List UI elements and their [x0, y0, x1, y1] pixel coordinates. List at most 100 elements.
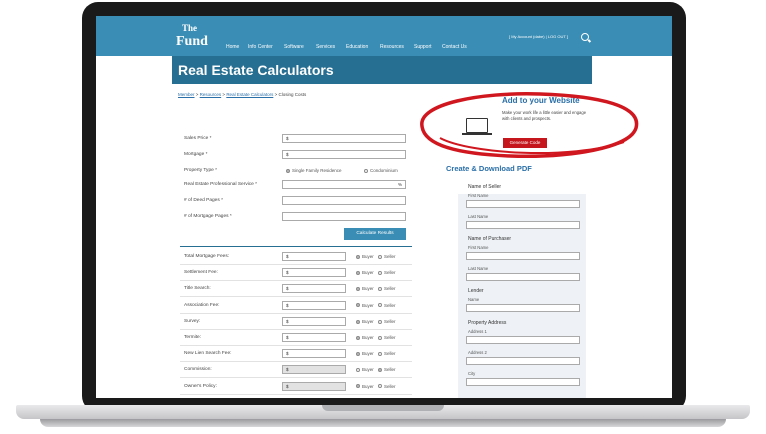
- breadcrumb-calculators[interactable]: Real Estate Calculators: [226, 92, 273, 97]
- radio-selected-icon: [286, 168, 290, 173]
- payer-radio-buyer[interactable]: Buyer: [356, 335, 374, 340]
- fee-input[interactable]: $: [282, 349, 346, 359]
- fee-input[interactable]: $: [282, 252, 346, 261]
- payer-radio-seller[interactable]: Seller: [378, 319, 396, 324]
- mortgage-input[interactable]: $: [282, 150, 406, 159]
- nav-home[interactable]: Home: [226, 44, 239, 50]
- row-divider: [180, 345, 412, 346]
- currency-prefix: $: [286, 136, 289, 141]
- radio-empty-icon: [378, 352, 382, 356]
- account-link[interactable]: [ My Account (dabe) | LOG OUT ]: [509, 34, 568, 39]
- radio-empty-icon: [378, 319, 382, 324]
- seller-first-input[interactable]: [466, 200, 580, 208]
- payer-radio-buyer[interactable]: Buyer: [356, 351, 374, 356]
- fee-input[interactable]: $: [282, 268, 346, 278]
- purchaser-last-label: Last Name: [468, 266, 489, 271]
- fee-input[interactable]: $: [282, 300, 346, 310]
- radio-selected-icon: [356, 254, 360, 259]
- payer-radio-seller[interactable]: Seller: [378, 303, 396, 308]
- logo-fund: Fund: [176, 34, 208, 49]
- fee-input[interactable]: $: [282, 333, 346, 342]
- purchaser-heading: Name of Purchaser: [468, 236, 512, 242]
- radio-label: Buyer: [362, 367, 374, 373]
- fee-label: Total Mortgage Fees:: [184, 254, 230, 259]
- row-divider: [180, 328, 412, 330]
- radio-label: Seller: [384, 383, 396, 389]
- row-divider: [180, 393, 412, 395]
- breadcrumb-member[interactable]: Member: [178, 92, 195, 97]
- fee-input[interactable]: $: [282, 316, 346, 326]
- purchaser-first-input[interactable]: [466, 252, 580, 260]
- mortgage-pages-label: # of Mortgage Pages *: [184, 214, 232, 219]
- sales-price-label: Sales Price *: [184, 136, 212, 141]
- payer-radio-buyer[interactable]: Buyer: [356, 319, 374, 324]
- sales-price-input[interactable]: $: [282, 134, 406, 143]
- payer-radio-buyer[interactable]: Buyer: [356, 384, 374, 389]
- payer-radio-buyer[interactable]: Buyer: [356, 254, 374, 259]
- address2-input[interactable]: [466, 357, 580, 365]
- property-type-label: Property Type *: [184, 168, 217, 173]
- payer-radio-buyer[interactable]: Buyer: [356, 270, 374, 275]
- row-divider: [180, 296, 412, 297]
- radio-selected-icon: [356, 384, 360, 389]
- payer-radio-seller[interactable]: Seller: [378, 384, 396, 389]
- radio-label: Seller: [384, 254, 396, 259]
- radio-label: Seller: [384, 302, 396, 308]
- nav-support[interactable]: Support: [414, 44, 432, 50]
- radio-label: Buyer: [362, 270, 374, 276]
- radio-single-family[interactable]: Single Family Residence: [286, 168, 342, 173]
- city-label: City: [468, 371, 476, 376]
- fee-label: New Lien Search Fee:: [184, 351, 232, 357]
- address1-input[interactable]: [466, 336, 580, 344]
- deed-pages-input[interactable]: [282, 196, 406, 205]
- fee-input[interactable]: $: [282, 381, 346, 391]
- nav-info-center[interactable]: Info Center: [248, 44, 273, 50]
- nav-contact-us[interactable]: Contact Us: [442, 44, 467, 50]
- nav-resources[interactable]: Resources: [380, 44, 404, 50]
- fee-label: Survey:: [184, 318, 201, 324]
- payer-radio-seller[interactable]: Seller: [378, 335, 396, 340]
- payer-radio-seller[interactable]: Seller: [378, 254, 396, 259]
- radio-label: Seller: [384, 335, 396, 340]
- search-icon[interactable]: [581, 33, 589, 41]
- fee-label: Commission:: [184, 367, 212, 373]
- radio-label: Buyer: [362, 318, 374, 324]
- section-divider: [180, 246, 412, 247]
- seller-last-input[interactable]: [466, 221, 580, 229]
- payer-radio-buyer[interactable]: Buyer: [356, 303, 374, 308]
- city-input[interactable]: [466, 378, 580, 386]
- calculate-results-button[interactable]: Calculate Results: [344, 228, 406, 240]
- row-divider: [180, 264, 412, 265]
- payer-radio-buyer[interactable]: Buyer: [356, 286, 374, 291]
- fee-input[interactable]: $: [282, 284, 346, 294]
- payer-radio-buyer[interactable]: Buyer: [356, 367, 374, 372]
- professional-service-input[interactable]: %: [282, 180, 406, 189]
- radio-label: Single Family Residence: [292, 168, 342, 173]
- radio-label: Seller: [384, 318, 396, 324]
- radio-label: Seller: [384, 351, 396, 357]
- logo[interactable]: The Fund: [176, 22, 208, 49]
- fee-input[interactable]: $: [282, 365, 346, 375]
- payer-radio-seller[interactable]: Seller: [378, 351, 396, 356]
- lender-name-input[interactable]: [466, 304, 580, 312]
- payer-radio-seller[interactable]: Seller: [378, 367, 396, 372]
- radio-label: Buyer: [362, 335, 374, 340]
- purchaser-first-label: First Name: [468, 245, 489, 250]
- mortgage-pages-input[interactable]: [282, 212, 406, 221]
- radio-label: Buyer: [362, 351, 374, 357]
- radio-condominium[interactable]: Condominium: [364, 168, 398, 173]
- payer-radio-seller[interactable]: Seller: [378, 286, 396, 291]
- page-banner: Real Estate Calculators: [172, 56, 592, 84]
- nav-services[interactable]: Services: [316, 44, 335, 50]
- purchaser-last-input[interactable]: [466, 273, 580, 281]
- lender-heading: Lender: [468, 288, 484, 294]
- payer-radio-seller[interactable]: Seller: [378, 270, 396, 275]
- radio-empty-icon: [378, 335, 382, 340]
- breadcrumb-resources[interactable]: Resources: [200, 92, 222, 97]
- breadcrumb-current: Closing Costs: [278, 92, 307, 97]
- nav-software[interactable]: Software: [284, 44, 304, 50]
- row-divider: [180, 312, 412, 314]
- nav-education[interactable]: Education: [346, 44, 368, 50]
- screen: The Fund Home Info Center Software Servi…: [96, 16, 672, 398]
- laptop-notch: [322, 405, 444, 411]
